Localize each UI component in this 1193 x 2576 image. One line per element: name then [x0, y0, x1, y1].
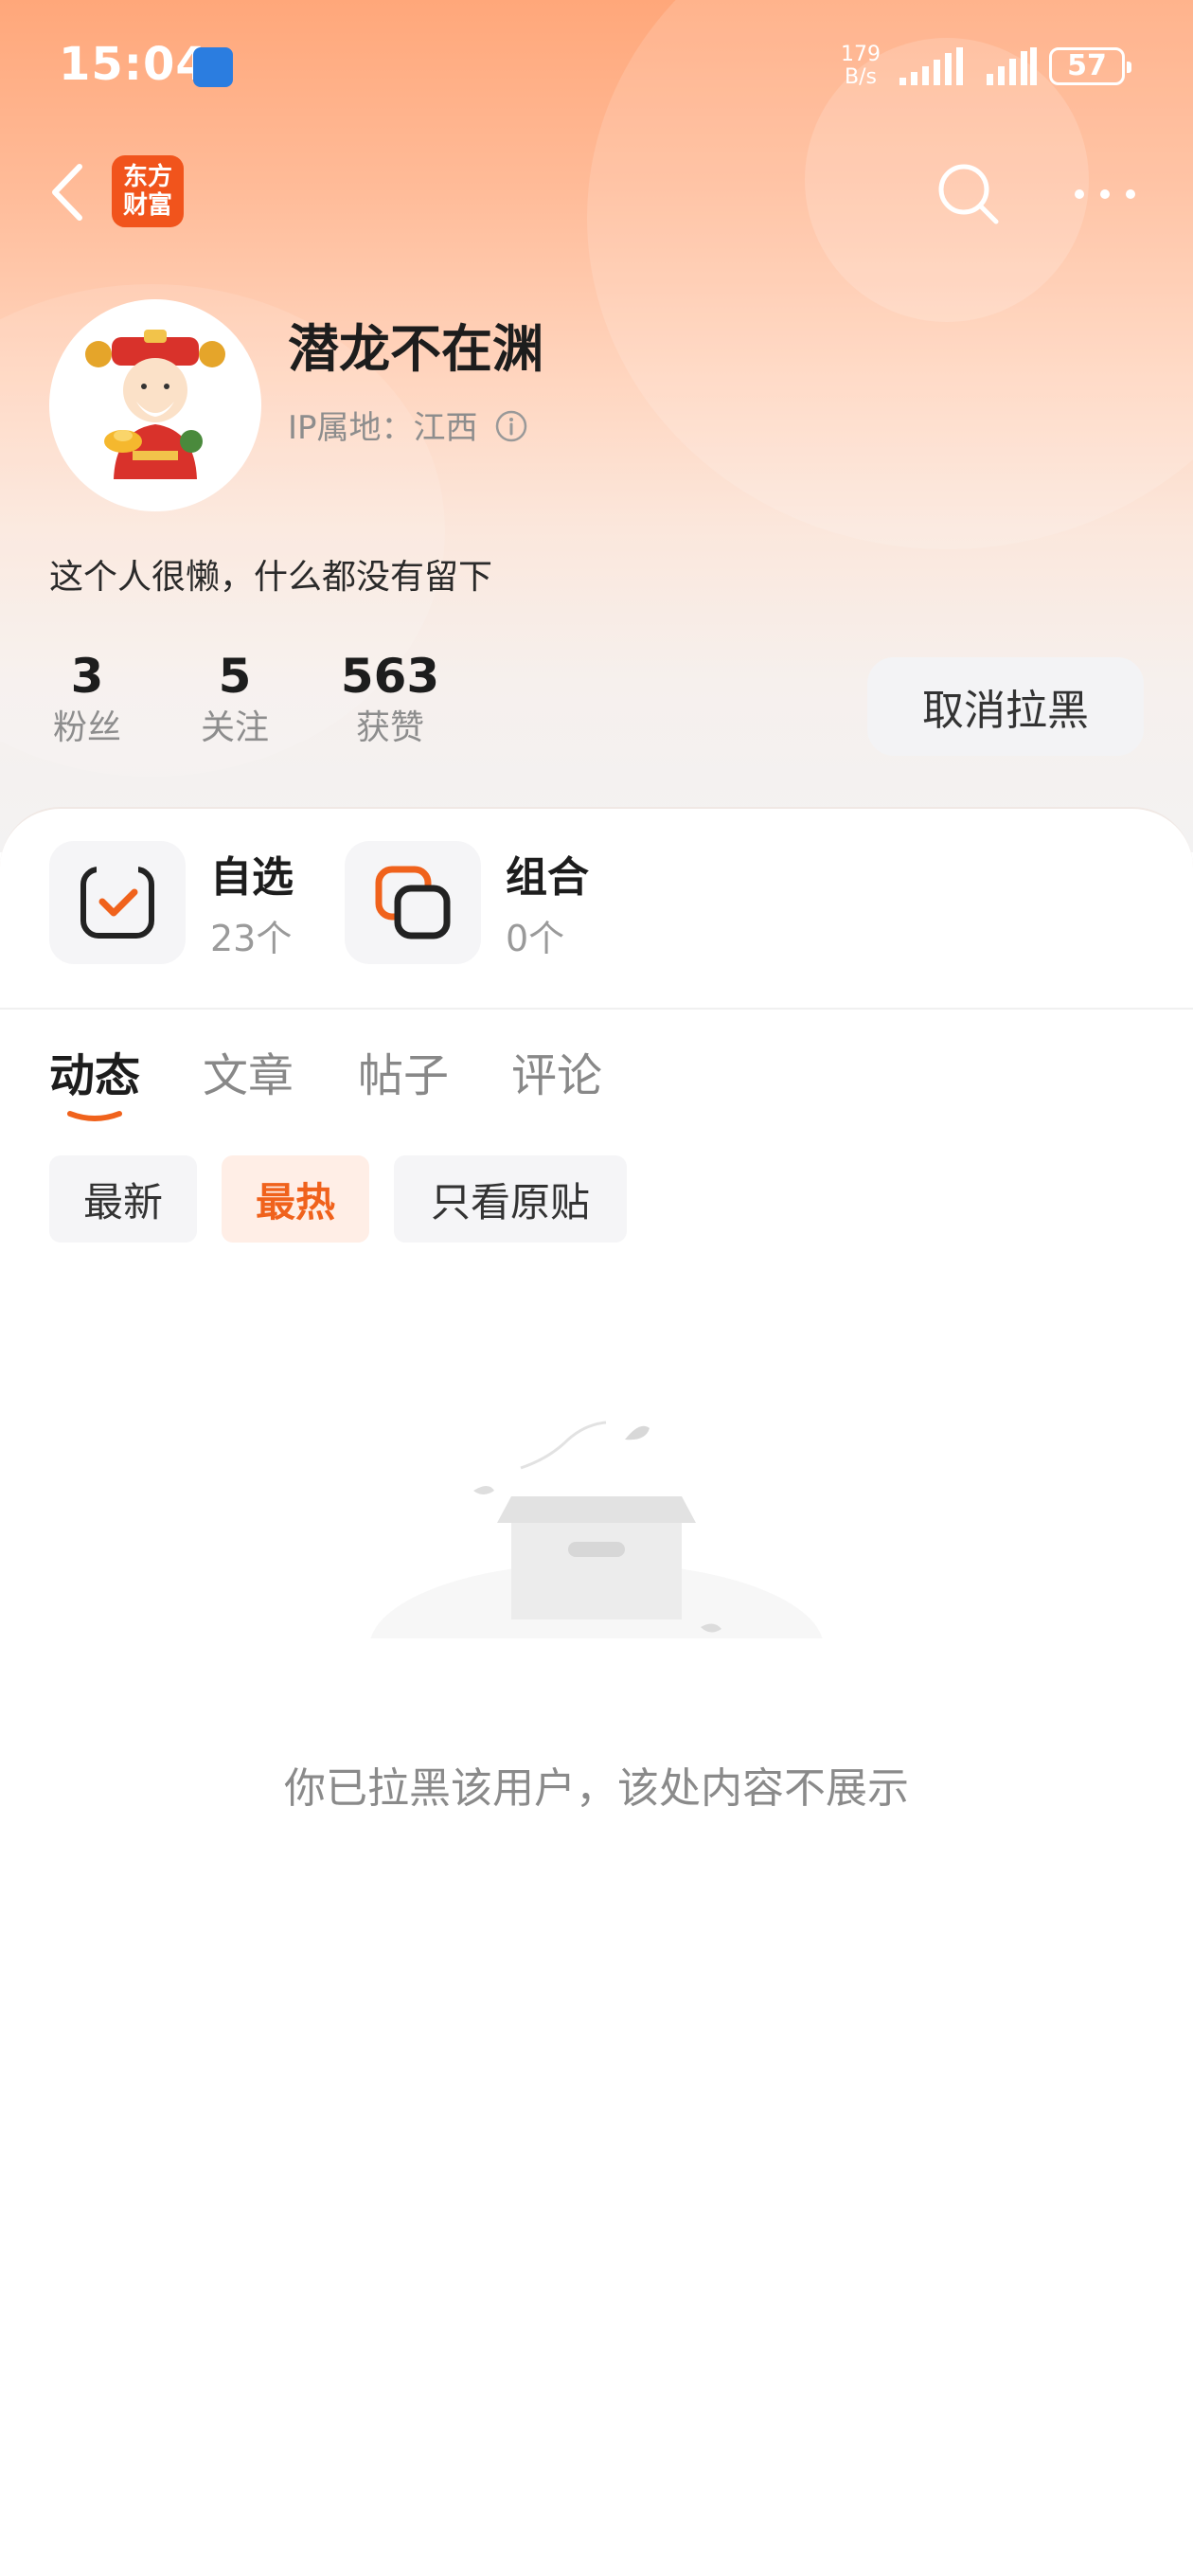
god-of-wealth-avatar-illustration — [85, 330, 225, 479]
portfolio-count: 0个 — [506, 918, 565, 959]
watchlist-title: 自选 — [210, 853, 294, 902]
watchlist-card[interactable]: 自选 23个 — [49, 841, 333, 970]
watchlist-icon-container — [49, 841, 186, 964]
stat-value: 5 — [218, 649, 252, 704]
portfolio-combo-icon — [375, 866, 451, 939]
notification-app-icon — [193, 47, 233, 87]
search-icon[interactable] — [934, 159, 1002, 227]
portfolio-title: 组合 — [506, 853, 589, 902]
stat-value: 3 — [70, 649, 104, 704]
profile-bio: 这个人很懒，什么都没有留下 — [49, 558, 493, 597]
empty-box-illustration — [369, 1421, 824, 1695]
brand-logo-text: 东方 — [122, 163, 172, 191]
signal-strength-icon — [987, 47, 1037, 85]
brand-logo[interactable]: 东方 财富 — [112, 155, 184, 227]
brand-logo-text: 财富 — [122, 191, 172, 220]
network-speed-value: 179 — [841, 43, 881, 66]
stat-value: 563 — [340, 649, 440, 704]
stat-followers[interactable]: 3 粉丝 — [11, 648, 163, 752]
ip-location: IP属地：江西 — [288, 409, 478, 447]
section-divider — [0, 1008, 1193, 1010]
stat-likes[interactable]: 563 获赞 — [314, 648, 466, 752]
stat-label: 粉丝 — [52, 708, 121, 747]
active-tab-indicator — [67, 1111, 122, 1121]
watchlist-check-icon — [80, 864, 154, 939]
network-speed-unit: B/s — [845, 65, 877, 89]
battery-indicator: 57 — [1049, 47, 1131, 85]
filter-latest-button[interactable]: 最新 — [49, 1155, 197, 1243]
network-speed: 179 B/s — [841, 44, 881, 89]
username: 潜龙不在渊 — [288, 319, 543, 379]
more-options-icon[interactable] — [1072, 180, 1138, 208]
status-time: 15:04 — [59, 38, 208, 91]
avatar[interactable] — [49, 299, 261, 511]
unblock-button[interactable]: 取消拉黑 — [867, 657, 1144, 756]
stat-label: 关注 — [200, 708, 269, 747]
signal-strength-icon — [899, 47, 963, 85]
status-bar: 15:04 179 B/s 57 — [0, 0, 1193, 133]
filter-hottest-button[interactable]: 最热 — [222, 1155, 369, 1243]
empty-state-message: 你已拉黑该用户，该处内容不展示 — [284, 1764, 909, 1813]
info-icon[interactable] — [494, 409, 528, 443]
back-arrow-icon[interactable] — [47, 159, 89, 225]
tab-comments[interactable]: 评论 — [511, 1038, 602, 1104]
filter-original-only-button[interactable]: 只看原贴 — [394, 1155, 627, 1243]
watchlist-count: 23个 — [210, 918, 293, 959]
tab-posts[interactable]: 帖子 — [358, 1038, 449, 1104]
portfolio-icon-container — [345, 841, 481, 964]
stat-following[interactable]: 5 关注 — [159, 648, 311, 752]
stat-label: 获赞 — [355, 708, 424, 747]
portfolio-card[interactable]: 组合 0个 — [345, 841, 629, 970]
tab-articles[interactable]: 文章 — [203, 1038, 294, 1104]
tab-activity[interactable]: 动态 — [49, 1038, 140, 1104]
